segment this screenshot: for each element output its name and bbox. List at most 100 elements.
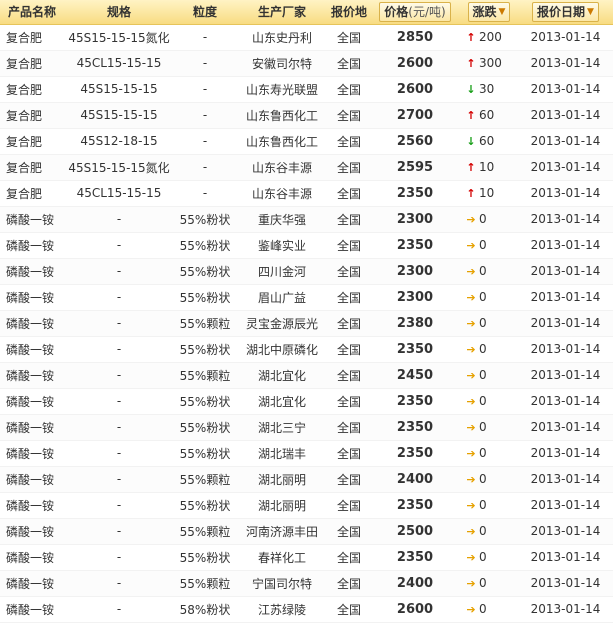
product-name-cell: 磷酸一铵: [0, 466, 64, 493]
change-cell: ➔ 0: [460, 336, 518, 363]
product-name-cell: 复合肥: [0, 154, 64, 181]
price-cell: 2350: [370, 388, 460, 415]
spec-cell: 45S15-15-15氮化: [64, 24, 174, 51]
region-cell: 全国: [328, 518, 370, 545]
arrow-right-icon: ➔: [466, 421, 476, 434]
granularity-cell: 55%颗粒: [174, 570, 236, 597]
price-cell: 2500: [370, 518, 460, 545]
sort-by-change-button[interactable]: 涨跌 ▼: [467, 1, 511, 22]
table-row: 复合肥 45CL15-15-15- 安徽司尔特 全国 2600 ↑ 300 2013-01-1…: [0, 50, 613, 77]
change-cell: ↑ 10: [460, 180, 518, 207]
arrow-right-icon: ➔: [466, 577, 476, 590]
change-cell: ➔ 0: [460, 440, 518, 467]
arrow-up-icon: ↑: [466, 31, 476, 44]
manufacturer-cell: 山东谷丰源: [236, 154, 328, 181]
spec-cell: 45S15-15-15: [64, 102, 174, 129]
table-row: 磷酸一铵 -55%颗粒 湖北宜化 全国 2450 ➔ 0 2013-01-14: [0, 362, 613, 389]
table-row: 复合肥 45S12-18-15- 山东鲁西化工 全国 2560 ↓ 60 2013-01-14: [0, 128, 613, 155]
manufacturer-cell: 山东谷丰源: [236, 180, 328, 207]
arrow-right-icon: ➔: [466, 473, 476, 486]
product-name-cell: 复合肥: [0, 128, 64, 155]
date-cell: 2013-01-14: [518, 466, 613, 493]
product-name-cell: 磷酸一铵: [0, 596, 64, 623]
price-cell: 2300: [370, 206, 460, 233]
granularity-cell: 58%粉状: [174, 596, 236, 623]
price-cell: 2700: [370, 102, 460, 129]
product-name-cell: 磷酸一铵: [0, 232, 64, 259]
manufacturer-cell: 安徽司尔特: [236, 50, 328, 77]
granularity-cell: 55%粉状: [174, 492, 236, 519]
granularity-cell: 55%粉状: [174, 336, 236, 363]
sort-by-price-button[interactable]: 价格(元/吨): [379, 1, 451, 22]
change-value: 0: [479, 264, 487, 278]
change-value: 0: [479, 342, 487, 356]
date-cell: 2013-01-14: [518, 128, 613, 155]
granularity-cell: 55%粉状: [174, 544, 236, 571]
granularity-cell: -: [174, 154, 236, 181]
product-name-cell: 磷酸一铵: [0, 310, 64, 337]
table-body: 复合肥 45S15-15-15氮化 - 山东史丹利 全国 2850 ↑ 200 2013-01-…: [0, 24, 613, 623]
arrow-down-icon: ↓: [466, 83, 476, 96]
product-name-cell: 磷酸一铵: [0, 440, 64, 467]
table-row: 磷酸一铵 -55%粉状 湖北三宁 全国 2350 ➔ 0 2013-01-14: [0, 414, 613, 441]
sort-by-date-button[interactable]: 报价日期 ▼: [532, 1, 599, 22]
spec-cell: -: [64, 518, 174, 545]
spec-cell: -: [64, 544, 174, 571]
change-value: 0: [479, 290, 487, 304]
spec-cell: -: [64, 258, 174, 285]
change-value: 0: [479, 238, 487, 252]
date-cell: 2013-01-14: [518, 180, 613, 207]
granularity-cell: -: [174, 180, 236, 207]
table-row: 磷酸一铵 -55%粉状 春祥化工 全国 2350 ➔ 0 2013-01-14: [0, 544, 613, 571]
price-table: 产品名称 规格 粒度 生产厂家 报价地 价格(元/吨) 涨跌 ▼ 报价日期 ▼ 复合…: [0, 0, 613, 623]
table-row: 磷酸一铵 -55%粉状 眉山广益 全国 2300 ➔ 0 2013-01-14: [0, 284, 613, 311]
date-cell: 2013-01-14: [518, 414, 613, 441]
price-cell: 2595: [370, 154, 460, 181]
date-cell: 2013-01-14: [518, 440, 613, 467]
spec-cell: -: [64, 310, 174, 337]
manufacturer-cell: 山东鲁西化工: [236, 102, 328, 129]
manufacturer-cell: 山东鲁西化工: [236, 128, 328, 155]
change-value: 0: [479, 394, 487, 408]
product-name-cell: 复合肥: [0, 24, 64, 51]
manufacturer-cell: 湖北三宁: [236, 414, 328, 441]
granularity-cell: 55%颗粒: [174, 518, 236, 545]
manufacturer-cell: 湖北宜化: [236, 388, 328, 415]
price-cell: 2380: [370, 310, 460, 337]
spec-cell: 45S15-15-15氮化: [64, 154, 174, 181]
change-value: 60: [479, 108, 495, 122]
change-cell: ➔ 0: [460, 414, 518, 441]
manufacturer-cell: 湖北中原磷化: [236, 336, 328, 363]
region-cell: 全国: [328, 128, 370, 155]
header-spec: 规格: [64, 0, 174, 25]
spec-cell: -: [64, 336, 174, 363]
manufacturer-cell: 湖北丽明: [236, 466, 328, 493]
price-cell: 2350: [370, 440, 460, 467]
granularity-cell: 55%粉状: [174, 284, 236, 311]
product-name-cell: 磷酸一铵: [0, 518, 64, 545]
region-cell: 全国: [328, 258, 370, 285]
arrow-right-icon: ➔: [466, 447, 476, 460]
change-cell: ➔ 0: [460, 362, 518, 389]
change-value: 0: [479, 368, 487, 382]
change-cell: ↑ 10: [460, 154, 518, 181]
spec-cell: -: [64, 362, 174, 389]
region-cell: 全国: [328, 440, 370, 467]
date-cell: 2013-01-14: [518, 336, 613, 363]
change-cell: ➔ 0: [460, 232, 518, 259]
change-value: 0: [479, 498, 487, 512]
granularity-cell: -: [174, 50, 236, 77]
arrow-down-icon: ↓: [466, 135, 476, 148]
manufacturer-cell: 眉山广益: [236, 284, 328, 311]
region-cell: 全国: [328, 414, 370, 441]
granularity-cell: 55%粉状: [174, 388, 236, 415]
price-cell: 2400: [370, 466, 460, 493]
region-cell: 全国: [328, 180, 370, 207]
spec-cell: -: [64, 388, 174, 415]
change-value: 0: [479, 472, 487, 486]
arrow-right-icon: ➔: [466, 343, 476, 356]
change-value: 0: [479, 420, 487, 434]
date-cell: 2013-01-14: [518, 596, 613, 623]
product-name-cell: 复合肥: [0, 76, 64, 103]
header-date-cell: 报价日期 ▼: [518, 0, 613, 25]
